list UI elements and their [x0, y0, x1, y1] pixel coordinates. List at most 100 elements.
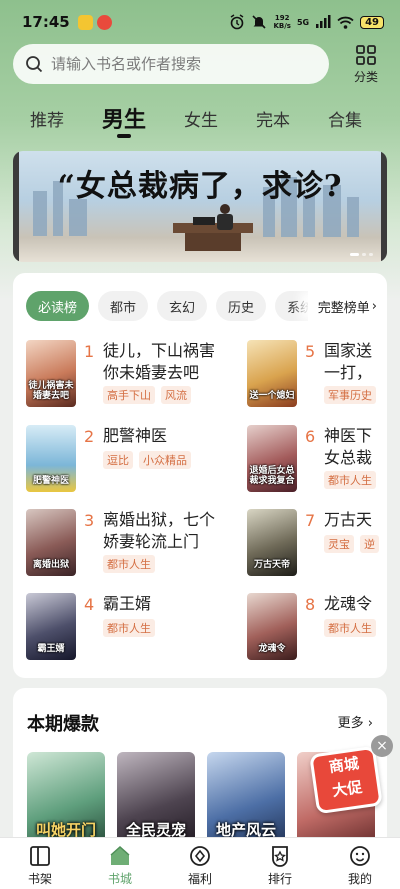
book-tag: 小众精品: [139, 451, 191, 469]
book-title-line2: 你未婚妻去吧: [103, 363, 200, 382]
book-item-1[interactable]: 徒儿祸害未婚妻去吧 1 徒儿，下山祸害 你未婚妻去吧 高手下山 风流: [26, 340, 246, 410]
hot-book-cover[interactable]: 全民灵宠: [117, 752, 195, 848]
ranking-card: 必读榜 都市 玄幻 历史 系统 完整榜单 › 徒儿祸害未婚妻去吧 1 徒儿，下山祸…: [13, 273, 387, 678]
network-type: 5G: [296, 17, 310, 27]
more-label: 更多: [337, 716, 364, 731]
book-title: 徒儿，下山祸害 你未婚妻去吧: [103, 340, 233, 384]
chip-urban[interactable]: 都市: [98, 291, 149, 321]
chevron-right-icon: ›: [363, 716, 373, 731]
book-title-line1: 万古天: [324, 510, 373, 529]
tab-completed[interactable]: 完本: [256, 98, 290, 131]
nav-label: 书城: [107, 872, 132, 886]
book-cover: 霸王婿: [26, 593, 76, 660]
book-item-5[interactable]: 送一个媳妇 5 国家送 一打， 军事历史: [247, 340, 387, 410]
book-item-2[interactable]: 肥警神医 2 肥警神医 逗比 小众精品: [26, 425, 246, 495]
close-icon[interactable]: ×: [371, 735, 393, 757]
book-title-line2: 娇妻轮流上门: [103, 532, 200, 551]
tab-recommend[interactable]: 推荐: [30, 98, 64, 131]
search-input[interactable]: [51, 55, 311, 73]
book-tags: 灵宝逆: [324, 535, 379, 553]
book-cover-text: 万古天帝: [253, 560, 290, 570]
book-tag: 风流: [161, 386, 191, 404]
book-cover-text: 退婚后女总裁求我复合: [249, 466, 295, 486]
category-button[interactable]: 分类: [346, 44, 386, 86]
status-app-icons: [77, 14, 112, 30]
book-tag: 军事历史: [324, 386, 376, 404]
book-title-line2: 女总裁: [324, 448, 373, 467]
hot-book-cover[interactable]: 叫她开门: [27, 752, 105, 848]
book-cover: 肥警神医: [26, 425, 76, 492]
status-time: 17:45: [22, 13, 70, 31]
book-cover: 离婚出狱: [26, 509, 76, 576]
network-speed: 192 KB/s: [273, 14, 290, 30]
floating-promo[interactable]: 商城 大促 ×: [307, 735, 393, 815]
nav-ranking[interactable]: 排行: [240, 838, 320, 889]
ranking-icon: [272, 846, 288, 867]
channel-tabs: 推荐 男生 女生 完本 合集: [0, 98, 400, 142]
search-bar[interactable]: [13, 44, 329, 84]
book-tags: 高手下山 风流: [103, 386, 191, 404]
book-tag: 逆: [360, 535, 379, 553]
rank-number: 6: [305, 427, 316, 446]
promo-banner[interactable]: “女总裁病了，求诊?: [13, 151, 387, 262]
more-link[interactable]: 更多 ›: [338, 712, 373, 731]
nav-bookshelf[interactable]: 书架: [0, 838, 80, 889]
banner-title: “女总裁病了，求诊?: [57, 169, 343, 204]
mute-bell-icon: [252, 15, 267, 29]
book-title-line2: 一打，: [324, 363, 373, 382]
book-cover-text: 送一个媳妇: [249, 391, 295, 401]
nav-profile[interactable]: 我的: [320, 838, 400, 889]
tab-female[interactable]: 女生: [184, 98, 218, 131]
book-item-6[interactable]: 退婚后女总裁求我复合 6 神医下 女总裁 都市人生: [247, 425, 387, 495]
book-cover: 徒儿祸害未婚妻去吧: [26, 340, 76, 407]
book-cover-text: 龙魂令: [258, 644, 286, 654]
rank-number: 2: [84, 427, 95, 446]
active-tab-indicator: [117, 134, 131, 138]
book-item-7[interactable]: 万古天帝 7 万古天 灵宝逆: [247, 509, 387, 579]
rank-number: 8: [305, 595, 316, 614]
book-item-4[interactable]: 霸王婿 4 霸王婿 都市人生: [26, 593, 246, 663]
nav-welfare[interactable]: 福利: [160, 838, 240, 889]
book-cover-text: 徒儿祸害未婚妻去吧: [28, 381, 74, 401]
tab-collection[interactable]: 合集: [328, 98, 362, 131]
book-tag: 都市人生: [103, 555, 155, 573]
notification-app-icon: [77, 14, 93, 30]
nav-bookstore[interactable]: 书城: [80, 838, 160, 889]
book-tag: 高手下山: [103, 386, 155, 404]
book-item-3[interactable]: 离婚出狱 3 离婚出狱，七个 娇妻轮流上门 都市人生: [26, 509, 246, 579]
chip-fantasy[interactable]: 玄幻: [157, 291, 208, 321]
rank-number: 7: [305, 511, 316, 530]
promo-badge[interactable]: 商城 大促: [309, 745, 383, 815]
book-tag: 都市人生: [324, 471, 376, 489]
status-indicators: 192 KB/s 5G 49: [229, 14, 384, 30]
wifi-icon: [337, 16, 354, 29]
book-title: 神医下 女总裁: [324, 425, 387, 469]
tab-male[interactable]: 男生: [102, 98, 146, 138]
signal-icon: [316, 15, 331, 28]
full-ranking-link[interactable]: 完整榜单 ›: [307, 291, 387, 321]
book-tags: 都市人生: [103, 619, 155, 637]
book-cover-text: 霸王婿: [37, 644, 65, 654]
book-cover-text: 肥警神医: [32, 476, 69, 486]
search-icon: [26, 56, 43, 73]
music-app-icon: [96, 14, 112, 30]
book-title-line1: 离婚出狱，七个: [103, 510, 216, 529]
bookstore-icon: [110, 845, 130, 865]
book-tags: 都市人生: [103, 555, 155, 573]
book-title: 国家送 一打，: [324, 340, 387, 384]
banner-pagination: [350, 253, 373, 256]
full-ranking-label: 完整榜单: [317, 300, 370, 316]
bookshelf-icon: [30, 846, 50, 866]
chip-must-read[interactable]: 必读榜: [26, 291, 90, 321]
book-item-8[interactable]: 龙魂令 8 龙魂令 都市人生: [247, 593, 387, 663]
chip-history[interactable]: 历史: [216, 291, 267, 321]
book-tag: 都市人生: [324, 619, 376, 637]
book-cover: 退婚后女总裁求我复合: [247, 425, 297, 492]
book-tag: 都市人生: [103, 619, 155, 637]
grid-icon: [356, 45, 376, 65]
book-tag: 灵宝: [324, 535, 354, 553]
profile-icon: [350, 846, 370, 866]
hot-book-cover[interactable]: 地产风云: [207, 752, 285, 848]
book-title: 肥警神医: [103, 425, 233, 447]
book-title: 霸王婿: [103, 593, 233, 615]
